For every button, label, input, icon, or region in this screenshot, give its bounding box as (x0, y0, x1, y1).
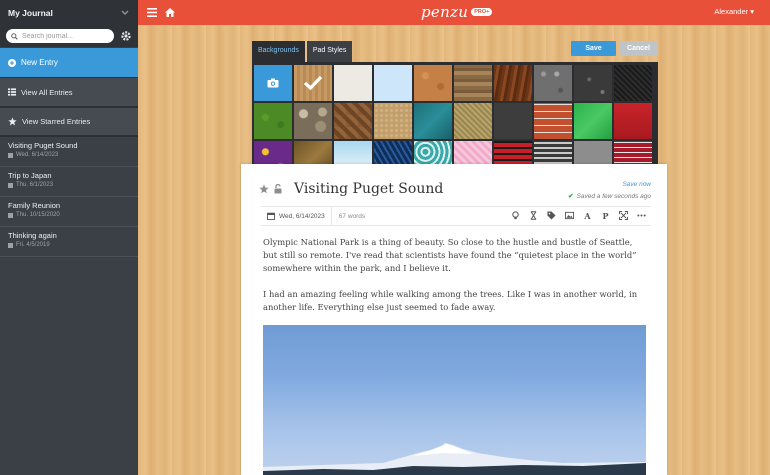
tab-backgrounds[interactable]: Backgrounds (252, 41, 305, 62)
view-starred-label: View Starred Entries (22, 117, 91, 126)
checkmark-icon (303, 75, 323, 91)
background-swatch-selected[interactable] (294, 65, 332, 101)
gear-icon[interactable] (120, 30, 132, 42)
journal-title: My Journal (8, 7, 53, 18)
entry-date: Thu. 6/1/2023 (16, 182, 54, 188)
calendar-icon (8, 182, 13, 188)
plus-circle-icon (8, 58, 16, 67)
background-swatch[interactable] (494, 103, 532, 139)
entry-paragraph: I had an amazing feeling while walking a… (263, 289, 638, 312)
background-swatch[interactable] (534, 65, 572, 101)
journal-entry: Visiting Puget Sound Save now ✔ Saved a … (241, 164, 667, 475)
unlock-icon[interactable] (274, 184, 282, 194)
save-now-link[interactable]: Save now (622, 181, 651, 188)
user-menu[interactable]: Alexander ▾ (714, 7, 754, 16)
background-swatch[interactable] (414, 65, 452, 101)
star-icon (8, 117, 17, 126)
background-swatch[interactable] (414, 103, 452, 139)
background-swatch[interactable] (374, 65, 412, 101)
entry-title[interactable]: Visiting Puget Sound (294, 181, 443, 197)
cancel-button[interactable]: Cancel (619, 41, 658, 56)
entry-list: Visiting Puget Sound Wed. 6/14/2023 Trip… (0, 135, 138, 257)
calendar-icon (267, 212, 275, 220)
top-bar: penzu PRO+ Alexander ▾ (138, 0, 770, 25)
list-item[interactable]: Visiting Puget Sound Wed. 6/14/2023 (0, 137, 138, 167)
star-icon[interactable] (259, 184, 269, 194)
entry-photo[interactable] (263, 325, 646, 475)
calendar-icon (8, 212, 13, 218)
entry-title: Visiting Puget Sound (8, 141, 78, 150)
home-icon[interactable] (165, 8, 175, 17)
search-input[interactable] (22, 32, 102, 40)
mountain-landscape-image (263, 443, 646, 475)
word-count: 67 words (338, 212, 366, 220)
entry-date: Fri. 4/5/2019 (16, 242, 50, 248)
chevron-down-icon[interactable] (121, 8, 129, 18)
saved-status-text: Saved a few seconds ago (576, 192, 651, 200)
view-all-label: View All Entries (21, 87, 73, 97)
saved-status: ✔ Saved a few seconds ago (568, 192, 651, 201)
tab-pad-styles[interactable]: Pad Styles (306, 41, 353, 62)
background-swatch[interactable] (334, 103, 372, 139)
date-picker[interactable]: Wed, 6/14/2023 (261, 207, 332, 225)
penzu-logo[interactable]: penzu PRO+ (421, 3, 493, 21)
background-swatch[interactable] (494, 65, 532, 101)
camera-icon (267, 78, 279, 88)
calendar-icon (8, 152, 13, 158)
hamburger-menu-icon[interactable] (147, 8, 157, 17)
checkmark-icon: ✔ (568, 193, 574, 200)
pro-badge: PRO+ (471, 8, 493, 16)
background-swatch[interactable] (454, 65, 492, 101)
lightbulb-icon[interactable] (511, 211, 520, 220)
list-item[interactable]: Family Reunion Thu. 10/15/2020 (0, 197, 138, 227)
fullscreen-icon[interactable] (619, 211, 628, 220)
entry-date: Wed, 6/14/2023 (279, 212, 325, 220)
more-options-icon[interactable] (637, 211, 646, 220)
background-swatch[interactable] (614, 103, 652, 139)
list-item[interactable]: Thinking again Fri. 4/5/2019 (0, 227, 138, 257)
list-icon (8, 88, 16, 96)
entry-body[interactable]: Olympic National Park is a thing of beau… (263, 236, 648, 314)
view-starred-entries-button[interactable]: View Starred Entries (0, 106, 138, 135)
image-icon[interactable] (565, 211, 574, 220)
entry-title: Thinking again (8, 231, 57, 240)
background-swatch[interactable] (574, 103, 612, 139)
view-all-entries-button[interactable]: View All Entries (0, 77, 138, 106)
background-swatch[interactable] (374, 103, 412, 139)
sidebar-header[interactable]: My Journal (0, 0, 138, 25)
background-swatch[interactable] (254, 103, 292, 139)
entry-date: Thu. 10/15/2020 (16, 212, 60, 218)
list-item[interactable]: Trip to Japan Thu. 6/1/2023 (0, 167, 138, 197)
background-swatch[interactable] (574, 65, 612, 101)
background-swatch[interactable] (614, 65, 652, 101)
new-entry-label: New Entry (21, 58, 58, 67)
search-box[interactable] (6, 29, 114, 43)
logo-text: penzu (421, 3, 469, 21)
calendar-icon (8, 242, 13, 248)
background-swatch[interactable] (294, 103, 332, 139)
search-row (0, 25, 138, 47)
background-swatch[interactable] (454, 103, 492, 139)
upload-background-swatch[interactable] (254, 65, 292, 101)
paragraph-icon[interactable]: P (601, 211, 610, 221)
entry-title: Trip to Japan (8, 171, 52, 180)
entry-title: Family Reunion (8, 201, 61, 210)
sidebar: My Journal New Entry View All Entries Vi… (0, 0, 138, 475)
save-button[interactable]: Save (571, 41, 616, 56)
entry-date: Wed. 6/14/2023 (16, 152, 59, 158)
background-swatch[interactable] (334, 65, 372, 101)
hourglass-icon[interactable] (529, 211, 538, 220)
tag-icon[interactable] (547, 211, 556, 220)
new-entry-button[interactable]: New Entry (0, 48, 138, 77)
font-icon[interactable]: A (583, 211, 592, 221)
background-swatch[interactable] (534, 103, 572, 139)
search-icon (11, 32, 18, 40)
entry-paragraph: Olympic National Park is a thing of beau… (263, 237, 637, 273)
entry-toolbar: Wed, 6/14/2023 67 words A P (261, 206, 650, 226)
